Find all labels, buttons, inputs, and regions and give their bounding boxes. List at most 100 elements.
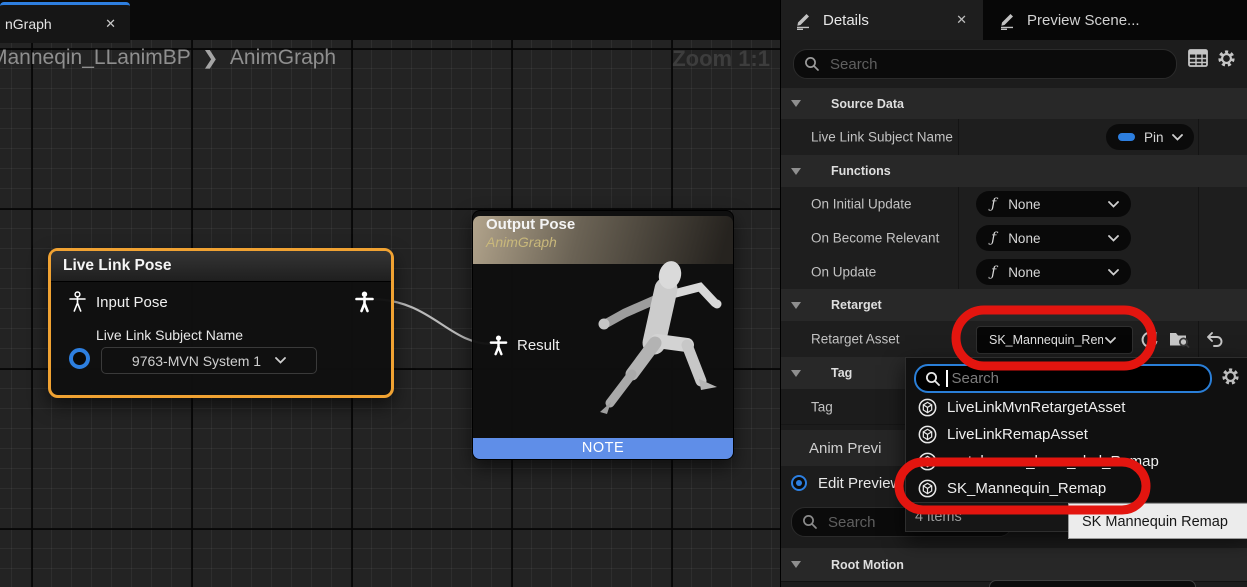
graph-tab-title: nGraph: [5, 16, 105, 32]
output-pose-node-title: Output Pose: [486, 216, 733, 233]
function-dropdown-value: None: [1008, 231, 1040, 246]
section-retarget[interactable]: Retarget: [781, 289, 1247, 322]
browse-to-asset-icon[interactable]: [1168, 328, 1190, 350]
function-dropdown-value: None: [1008, 265, 1040, 280]
pose-pin-outline-icon[interactable]: [67, 291, 88, 313]
tab-preview-scene[interactable]: Preview Scene...: [985, 0, 1247, 40]
tab-details-close-icon[interactable]: ✕: [956, 12, 967, 28]
text-cursor: [946, 370, 948, 387]
settings-gear-icon[interactable]: [1215, 47, 1237, 69]
unreal-editor-window: nGraph ✕ Manneqin_LLanimBP ❯ AnimGraph Z…: [0, 0, 1247, 587]
asset-picker-settings-gear-icon[interactable]: [1220, 366, 1241, 387]
row-label: Live Link Subject Name: [811, 130, 953, 145]
breadcrumb-root[interactable]: Manneqin_LLanimBP: [0, 46, 191, 70]
animgraph-canvas[interactable]: nGraph ✕ Manneqin_LLanimBP ❯ AnimGraph Z…: [0, 0, 780, 587]
asset-class-icon: [918, 452, 937, 471]
search-icon: [925, 371, 941, 387]
subject-name-input-pin-icon[interactable]: [69, 348, 90, 369]
section-functions[interactable]: Functions: [781, 155, 1247, 188]
function-icon: ƒ: [991, 264, 996, 280]
row-label: Retarget Asset: [811, 332, 900, 347]
search-icon: [804, 56, 820, 72]
pin-dropdown-value: Pin: [1144, 130, 1164, 145]
use-selected-asset-icon[interactable]: [1138, 328, 1160, 350]
output-pose-node-subtitle: AnimGraph: [486, 234, 733, 250]
asset-picker-search-input[interactable]: [914, 364, 1212, 393]
section-retarget-label: Retarget: [831, 298, 882, 312]
row-label: On Initial Update: [811, 197, 912, 212]
output-pose-node-header[interactable]: Output Pose AnimGraph: [473, 216, 733, 264]
row-label: On Become Relevant: [811, 231, 939, 246]
asset-item-label: metahuman_base_skel_Remap: [947, 453, 1159, 470]
function-dropdown[interactable]: ƒ None: [976, 191, 1131, 217]
asset-picker-search-field[interactable]: [950, 369, 1175, 388]
collapse-triangle-icon: [791, 370, 801, 377]
asset-item-label: SK_Mannequin_Remap: [947, 480, 1106, 497]
section-source-data-label: Source Data: [831, 97, 904, 111]
function-dropdown[interactable]: ƒ None: [976, 225, 1131, 251]
details-search-input[interactable]: [793, 49, 1177, 79]
section-root-motion[interactable]: Root Motion: [781, 548, 1247, 582]
live-link-pose-node-title: Live Link Pose: [63, 257, 172, 275]
asset-item-livelinkmvnretargetasset[interactable]: LiveLinkMvnRetargetAsset: [906, 394, 1247, 421]
tab-details[interactable]: Details ✕: [781, 0, 983, 40]
asset-item-metahuman-base-skel-remap[interactable]: metahuman_base_skel_Remap: [906, 448, 1247, 475]
display-filter-icon[interactable]: [1187, 47, 1209, 69]
row-on-become-relevant: On Become Relevant ƒ None: [781, 221, 1247, 256]
live-link-pose-node[interactable]: Live Link Pose Input Pose Live Link Subj…: [48, 248, 394, 398]
chevron-down-icon: [1108, 201, 1119, 208]
section-source-data[interactable]: Source Data: [781, 88, 1247, 120]
breadcrumb: Manneqin_LLanimBP ❯ AnimGraph: [0, 46, 336, 70]
retarget-asset-dropdown[interactable]: SK_Mannequin_Rem: [976, 326, 1133, 354]
output-pose-node[interactable]: Output Pose AnimGraph: [472, 210, 734, 460]
retarget-asset-value: SK_Mannequin_Rem: [989, 333, 1103, 347]
row-on-initial-update: On Initial Update ƒ None: [781, 187, 1247, 222]
asset-item-sk-mannequin-remap[interactable]: SK_Mannequin_Remap: [906, 475, 1247, 502]
edit-preview-label: Edit Preview: [818, 475, 901, 492]
subject-name-value: 9763-MVN System 1: [132, 353, 261, 369]
asset-class-icon: [918, 479, 937, 498]
row-label: Tag: [811, 399, 833, 414]
partial-dropdown-bottom: [989, 580, 1196, 587]
function-dropdown-value: None: [1008, 197, 1040, 212]
section-tag-label: Tag: [831, 366, 852, 380]
pin-type-pill-icon: [1118, 133, 1135, 141]
asset-item-label: LiveLinkRemapAsset: [947, 426, 1088, 443]
graph-document-tab[interactable]: nGraph ✕: [0, 2, 130, 43]
collapse-triangle-icon: [791, 561, 801, 568]
details-search-field[interactable]: [828, 55, 1099, 74]
graph-tab-close-icon[interactable]: ✕: [105, 16, 116, 32]
chevron-down-icon: [1105, 337, 1116, 344]
asset-class-icon: [918, 398, 937, 417]
input-pose-pin-label: Input Pose: [96, 294, 168, 311]
reset-to-default-icon[interactable]: [1203, 328, 1225, 350]
function-icon: ƒ: [991, 196, 996, 212]
row-on-update: On Update ƒ None: [781, 255, 1247, 290]
collapse-triangle-icon: [791, 100, 801, 107]
pose-output-pin-icon[interactable]: [354, 291, 375, 313]
subject-name-dropdown[interactable]: 9763-MVN System 1: [101, 347, 317, 374]
row-live-link-subject-name: Live Link Subject Name Pin: [781, 119, 1247, 156]
section-functions-label: Functions: [831, 164, 891, 178]
function-dropdown[interactable]: ƒ None: [976, 259, 1131, 285]
radio-selected-icon[interactable]: [791, 475, 807, 491]
subject-name-pin-label: Live Link Subject Name: [96, 327, 243, 343]
result-pin-label: Result: [517, 337, 560, 354]
asset-class-icon: [918, 425, 937, 444]
details-pencil-icon: [794, 11, 813, 30]
chevron-down-icon: [1108, 235, 1119, 242]
function-icon: ƒ: [991, 230, 996, 246]
pin-dropdown-button[interactable]: Pin: [1106, 124, 1194, 150]
anim-preview-editor-label: Anim Previ: [809, 440, 882, 457]
breadcrumb-separator-icon: ❯: [203, 48, 218, 69]
search-icon: [802, 514, 818, 530]
tab-details-label: Details: [823, 12, 869, 29]
preview-scene-pencil-icon: [998, 11, 1017, 30]
asset-item-livelinkremapasset[interactable]: LiveLinkRemapAsset: [906, 421, 1247, 448]
breadcrumb-current[interactable]: AnimGraph: [230, 46, 336, 70]
result-pose-pin-icon[interactable]: [489, 335, 508, 356]
asset-item-label: LiveLinkMvnRetargetAsset: [947, 399, 1125, 416]
node-note-banner[interactable]: NOTE: [473, 438, 733, 459]
live-link-pose-node-header[interactable]: Live Link Pose: [51, 251, 391, 282]
chevron-down-icon: [275, 357, 286, 364]
